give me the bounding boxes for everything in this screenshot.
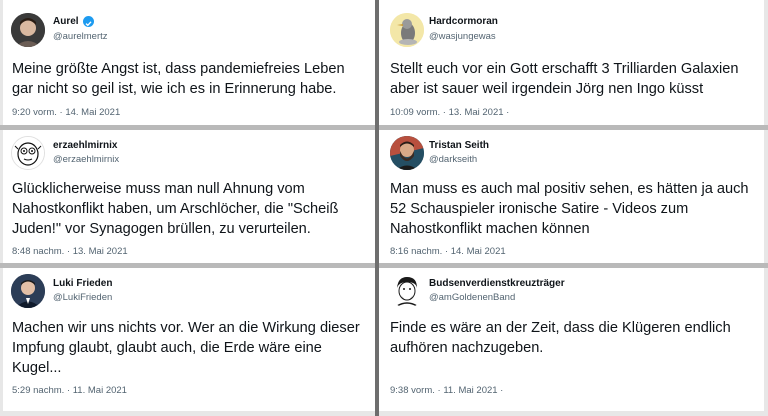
- tweet-text: Meine größte Angst ist, dass pandemiefre…: [12, 59, 372, 99]
- tweet-text-line: Nahostkonflikt machen können: [390, 221, 590, 237]
- tweet-text-line: Meine größte Angst ist, dass pandemiefre…: [12, 61, 345, 77]
- tweet-text-line: Machen wir uns nichts vor. Wer an die Wi…: [12, 320, 360, 336]
- tweet-card[interactable]: Budsenverdienstkreuzträger @amGoldenenBa…: [379, 268, 764, 411]
- tweet-text-line: Kugel...: [12, 360, 62, 376]
- tweet-text-line: aufhören nachzugeben.: [390, 340, 544, 356]
- display-name[interactable]: Tristan Seith: [429, 140, 489, 151]
- tweet-text: Finde es wäre an der Zeit, dass die Klüg…: [390, 318, 762, 358]
- user-handle[interactable]: @LukiFrieden: [53, 292, 112, 303]
- tweet-timestamp[interactable]: 8:48 nachm. · 13. Mai 2021: [12, 246, 128, 257]
- tweet-card[interactable]: erzaehlmirnix @erzaehlmirnix Glücklicher…: [0, 130, 375, 263]
- tweet-text-line: Stellt euch vor ein Gott erschafft 3 Tri…: [390, 61, 739, 77]
- display-name[interactable]: Hardcormoran: [429, 16, 498, 27]
- avatar[interactable]: [11, 13, 45, 47]
- avatar[interactable]: [390, 136, 424, 170]
- tweet-text-line: Finde es wäre an der Zeit, dass die Klüg…: [390, 320, 731, 336]
- tweet-timestamp[interactable]: 9:38 vorm. · 11. Mai 2021 ·: [390, 385, 503, 396]
- tweet-card[interactable]: Hardcormoran @wasjungewas Stellt euch vo…: [379, 0, 764, 125]
- user-handle[interactable]: @amGoldenenBand: [429, 292, 515, 303]
- display-name[interactable]: erzaehlmirnix: [53, 140, 117, 151]
- avatar[interactable]: [390, 274, 424, 308]
- avatar[interactable]: [390, 13, 424, 47]
- tweet-text: Machen wir uns nichts vor. Wer an die Wi…: [12, 318, 372, 378]
- tweet-collage: Aurel @aurelmertz Meine größte Angst ist…: [0, 0, 768, 416]
- tweet-card[interactable]: Luki Frieden @LukiFrieden Machen wir uns…: [0, 268, 375, 411]
- tweet-card[interactable]: Aurel @aurelmertz Meine größte Angst ist…: [0, 0, 375, 125]
- tweet-timestamp[interactable]: 9:20 vorm. · 14. Mai 2021: [12, 107, 120, 118]
- display-name[interactable]: Aurel: [53, 16, 79, 27]
- tweet-text: Stellt euch vor ein Gott erschafft 3 Tri…: [390, 59, 762, 99]
- tweet-text-line: gar nicht so geil ist, wie ich es in Eri…: [12, 81, 337, 97]
- bottom-border: [0, 411, 768, 416]
- tweet-text-line: Nahostkonflikt haben, um Arschlöcher, di…: [12, 201, 339, 217]
- tweet-text-line: Juden!" vor Synagogen brüllen, zu verurt…: [12, 221, 311, 237]
- person-portrait-icon: [11, 13, 45, 47]
- tweet-text-line: aber ist sauer weil irgendein Jörg nen I…: [390, 81, 704, 97]
- sketch-portrait-icon: [390, 274, 424, 308]
- tweet-text: Man muss es auch mal positiv sehen, es h…: [390, 179, 762, 239]
- tweet-card[interactable]: Tristan Seith @darkseith Man muss es auc…: [379, 130, 764, 263]
- tweet-text-line: 52 Schauspieler ironische Satire - Video…: [390, 201, 689, 217]
- tweet-text-line: Impfung glaubt, glaubt auch, die Erde wä…: [12, 340, 322, 356]
- tweet-text-line: Glücklicherweise muss man null Ahnung vo…: [12, 181, 305, 197]
- tweet-text-line: Man muss es auch mal positiv sehen, es h…: [390, 181, 749, 197]
- cartoon-face-icon: [12, 137, 44, 169]
- avatar[interactable]: [11, 274, 45, 308]
- user-handle[interactable]: @wasjungewas: [429, 31, 496, 42]
- bearded-portrait-icon: [390, 136, 424, 170]
- user-handle[interactable]: @aurelmertz: [53, 31, 108, 42]
- tweet-timestamp[interactable]: 8:16 nachm. · 14. Mai 2021: [390, 246, 506, 257]
- tweet-timestamp[interactable]: 10:09 vorm. · 13. Mai 2021 ·: [390, 107, 509, 118]
- avatar[interactable]: [11, 136, 45, 170]
- right-border: [764, 0, 768, 416]
- person-portrait-icon: [11, 274, 45, 308]
- display-name[interactable]: Luki Frieden: [53, 278, 112, 289]
- display-name[interactable]: Budsenverdienstkreuzträger: [429, 278, 565, 289]
- user-handle[interactable]: @darkseith: [429, 154, 477, 165]
- user-handle[interactable]: @erzaehlmirnix: [53, 154, 119, 165]
- bird-portrait-icon: [390, 13, 424, 47]
- tweet-timestamp[interactable]: 5:29 nachm. · 11. Mai 2021: [12, 385, 127, 396]
- verified-badge-icon: [83, 16, 94, 27]
- tweet-text: Glücklicherweise muss man null Ahnung vo…: [12, 179, 372, 239]
